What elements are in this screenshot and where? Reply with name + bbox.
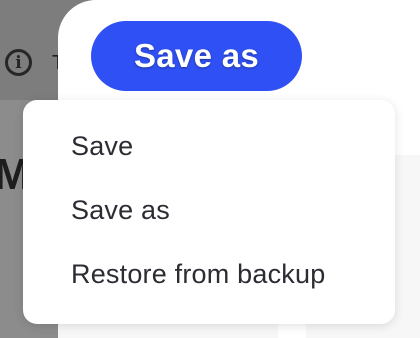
menu-item-save[interactable]: Save [23, 114, 395, 178]
panel-bottom-strip [58, 322, 278, 338]
menu-item-save-as[interactable]: Save as [23, 178, 395, 242]
info-icon[interactable]: i [5, 49, 32, 76]
save-as-button[interactable]: Save as [91, 21, 302, 91]
save-options-menu: Save Save as Restore from backup [23, 100, 395, 324]
menu-item-restore-from-backup[interactable]: Restore from backup [23, 242, 395, 306]
